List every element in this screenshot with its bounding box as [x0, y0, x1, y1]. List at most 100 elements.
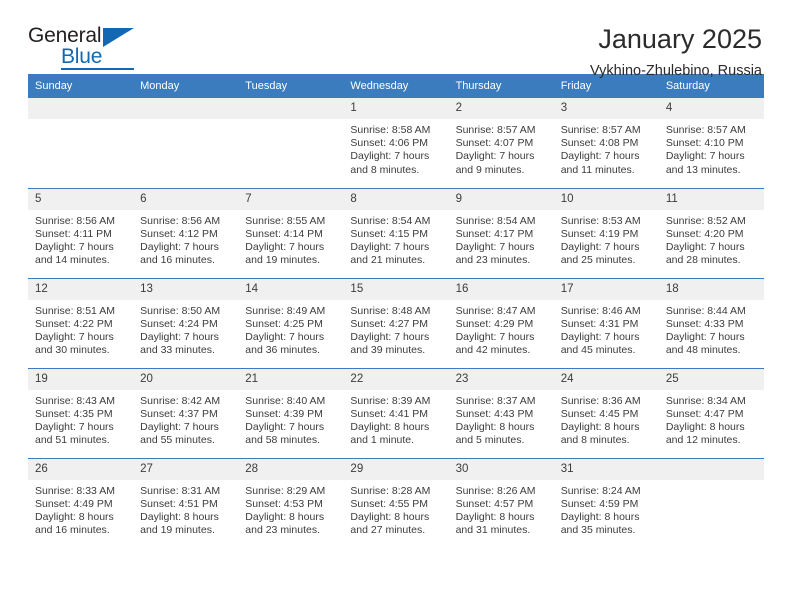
- calendar-week-row: 19 Sunrise: 8:43 AM Sunset: 4:35 PM Dayligh…: [28, 367, 764, 458]
- sunrise-time: Sunrise: 8:52 AM: [665, 214, 746, 227]
- calendar-cell-empty: [658, 457, 764, 548]
- sunset-time: Sunset: 4:24 PM: [140, 317, 218, 330]
- daylight-duration-line1: Daylight: 7 hours: [35, 420, 114, 433]
- day-sun-info: Sunrise: 8:26 AM Sunset: 4:57 PM Daylight:…: [449, 480, 554, 538]
- daylight-duration-line2: and 30 minutes.: [35, 344, 110, 357]
- daylight-duration-line2: and 45 minutes.: [560, 344, 636, 357]
- day-number: 17: [553, 278, 659, 300]
- calendar-day-cell[interactable]: 3 Sunrise: 8:57 AM Sunset: 4:08 PM Daylight…: [553, 98, 659, 188]
- sunset-time: Sunset: 4:07 PM: [455, 137, 534, 150]
- calendar-week-row: 5 Sunrise: 8:56 AM Sunset: 4:11 PM Daylight…: [28, 187, 764, 278]
- calendar-day-cell[interactable]: 30 Sunrise: 8:26 AM Sunset: 4:57 PM Dayligh…: [448, 457, 554, 548]
- day-number: 7: [238, 188, 344, 210]
- calendar-day-cell[interactable]: 24 Sunrise: 8:36 AM Sunset: 4:45 PM Dayligh…: [553, 367, 659, 458]
- sunset-time: Sunset: 4:45 PM: [560, 407, 639, 420]
- day-number: 3: [553, 98, 659, 119]
- daylight-duration-line1: Daylight: 7 hours: [140, 420, 219, 433]
- calendar-day-cell[interactable]: 4 Sunrise: 8:57 AM Sunset: 4:10 PM Daylight…: [658, 98, 764, 188]
- sunset-time: Sunset: 4:59 PM: [560, 497, 639, 510]
- calendar-day-cell[interactable]: 20 Sunrise: 8:42 AM Sunset: 4:37 PM Dayligh…: [133, 367, 239, 458]
- calendar-day-cell[interactable]: 9 Sunrise: 8:54 AM Sunset: 4:17 PM Daylight…: [448, 187, 554, 278]
- sunrise-time: Sunrise: 8:54 AM: [350, 214, 431, 227]
- calendar-day-cell[interactable]: 1 Sunrise: 8:58 AM Sunset: 4:06 PM Daylight…: [343, 98, 449, 188]
- calendar-day-cell[interactable]: 26 Sunrise: 8:33 AM Sunset: 4:49 PM Dayligh…: [28, 457, 134, 548]
- calendar-day-cell[interactable]: 12 Sunrise: 8:51 AM Sunset: 4:22 PM Dayligh…: [28, 277, 134, 368]
- calendar-day-cell[interactable]: 16 Sunrise: 8:47 AM Sunset: 4:29 PM Dayligh…: [448, 277, 554, 368]
- calendar-day-cell[interactable]: 8 Sunrise: 8:54 AM Sunset: 4:15 PM Daylight…: [343, 187, 449, 278]
- calendar-day-cell[interactable]: 19 Sunrise: 8:43 AM Sunset: 4:35 PM Dayligh…: [28, 367, 134, 458]
- daylight-duration-line1: Daylight: 7 hours: [350, 240, 430, 253]
- sunrise-time: Sunrise: 8:31 AM: [140, 484, 221, 497]
- day-sun-info: Sunrise: 8:58 AM Sunset: 4:06 PM Daylight:…: [343, 119, 448, 177]
- daylight-duration-line2: and 14 minutes.: [35, 254, 110, 267]
- general-blue-logo[interactable]: General Blue: [28, 24, 140, 70]
- calendar-day-cell[interactable]: 13 Sunrise: 8:50 AM Sunset: 4:24 PM Dayligh…: [133, 277, 239, 368]
- daylight-duration-line2: and 16 minutes.: [140, 254, 215, 267]
- day-number: 19: [28, 368, 134, 390]
- page-title: January 2025: [598, 24, 762, 54]
- sunrise-time: Sunrise: 8:54 AM: [455, 214, 536, 227]
- sunrise-time: Sunrise: 8:50 AM: [140, 304, 221, 317]
- sunrise-time: Sunrise: 8:48 AM: [350, 304, 431, 317]
- calendar-day-cell[interactable]: 2 Sunrise: 8:57 AM Sunset: 4:07 PM Daylight…: [448, 98, 554, 188]
- day-number: 22: [343, 368, 449, 390]
- calendar-week-row: 12 Sunrise: 8:51 AM Sunset: 4:22 PM Dayligh…: [28, 277, 764, 368]
- day-number: 11: [658, 188, 764, 210]
- sunrise-time: Sunrise: 8:58 AM: [350, 124, 431, 136]
- daylight-duration-line2: and 28 minutes.: [665, 254, 741, 267]
- day-number: 18: [658, 278, 764, 300]
- day-sun-info: Sunrise: 8:52 AM Sunset: 4:20 PM Daylight:…: [659, 210, 764, 268]
- calendar-day-cell[interactable]: 29 Sunrise: 8:28 AM Sunset: 4:55 PM Dayligh…: [343, 457, 449, 548]
- day-number: 24: [553, 368, 659, 390]
- calendar-day-cell[interactable]: 21 Sunrise: 8:40 AM Sunset: 4:39 PM Dayligh…: [238, 367, 344, 458]
- weekday-header-sunday: Sunday: [28, 74, 134, 98]
- day-sun-info: Sunrise: 8:37 AM Sunset: 4:43 PM Daylight:…: [449, 390, 554, 448]
- day-sun-info: Sunrise: 8:54 AM Sunset: 4:15 PM Daylight:…: [343, 210, 448, 268]
- calendar-day-cell[interactable]: 22 Sunrise: 8:39 AM Sunset: 4:41 PM Dayligh…: [343, 367, 449, 458]
- sunrise-time: Sunrise: 8:34 AM: [665, 394, 746, 407]
- sunset-time: Sunset: 4:17 PM: [455, 227, 534, 240]
- sunrise-time: Sunrise: 8:56 AM: [140, 214, 221, 227]
- daylight-duration-line2: and 8 minutes.: [350, 163, 420, 176]
- calendar-day-cell[interactable]: 23 Sunrise: 8:37 AM Sunset: 4:43 PM Dayligh…: [448, 367, 554, 458]
- calendar-day-cell[interactable]: 17 Sunrise: 8:46 AM Sunset: 4:31 PM Dayligh…: [553, 277, 659, 368]
- calendar-day-cell[interactable]: 10 Sunrise: 8:53 AM Sunset: 4:19 PM Dayligh…: [553, 187, 659, 278]
- logo-underline: [61, 68, 134, 70]
- sunset-time: Sunset: 4:43 PM: [455, 407, 534, 420]
- day-sun-info: Sunrise: 8:28 AM Sunset: 4:55 PM Daylight:…: [343, 480, 448, 538]
- calendar-day-cell[interactable]: 11 Sunrise: 8:52 AM Sunset: 4:20 PM Dayligh…: [658, 187, 764, 278]
- sunrise-time: Sunrise: 8:56 AM: [35, 214, 115, 227]
- calendar-day-cell[interactable]: 15 Sunrise: 8:48 AM Sunset: 4:27 PM Dayligh…: [343, 277, 449, 368]
- sunset-time: Sunset: 4:11 PM: [35, 227, 112, 240]
- daylight-duration-line2: and 27 minutes.: [350, 524, 426, 537]
- day-sun-info: Sunrise: 8:24 AM Sunset: 4:59 PM Daylight:…: [554, 480, 659, 538]
- daylight-duration-line1: Daylight: 8 hours: [455, 510, 535, 523]
- sunrise-time: Sunrise: 8:26 AM: [455, 484, 536, 497]
- calendar-day-cell[interactable]: 28 Sunrise: 8:29 AM Sunset: 4:53 PM Dayligh…: [238, 457, 344, 548]
- day-sun-info: Sunrise: 8:56 AM Sunset: 4:11 PM Daylight:…: [28, 210, 133, 268]
- day-sun-info: Sunrise: 8:43 AM Sunset: 4:35 PM Daylight:…: [28, 390, 133, 448]
- sunset-time: Sunset: 4:14 PM: [245, 227, 323, 240]
- blue-triangle-icon: [103, 28, 134, 47]
- calendar-day-cell[interactable]: 31 Sunrise: 8:24 AM Sunset: 4:59 PM Dayligh…: [553, 457, 659, 548]
- calendar-day-cell[interactable]: 14 Sunrise: 8:49 AM Sunset: 4:25 PM Dayligh…: [238, 277, 344, 368]
- calendar-day-cell[interactable]: 6 Sunrise: 8:56 AM Sunset: 4:12 PM Daylight…: [133, 187, 239, 278]
- calendar-day-cell[interactable]: 5 Sunrise: 8:56 AM Sunset: 4:11 PM Daylight…: [28, 187, 134, 278]
- day-number: 25: [658, 368, 764, 390]
- daylight-duration-line1: Daylight: 7 hours: [140, 330, 219, 343]
- calendar-day-cell[interactable]: 7 Sunrise: 8:55 AM Sunset: 4:14 PM Daylight…: [238, 187, 344, 278]
- daylight-duration-line2: and 8 minutes.: [560, 434, 630, 447]
- sunset-time: Sunset: 4:33 PM: [665, 317, 744, 330]
- day-number: 6: [133, 188, 239, 210]
- daylight-duration-line2: and 25 minutes.: [560, 254, 636, 267]
- calendar-day-cell[interactable]: 18 Sunrise: 8:44 AM Sunset: 4:33 PM Dayligh…: [658, 277, 764, 368]
- day-sun-info: Sunrise: 8:55 AM Sunset: 4:14 PM Daylight:…: [238, 210, 343, 268]
- calendar-day-cell[interactable]: 25 Sunrise: 8:34 AM Sunset: 4:47 PM Dayligh…: [658, 367, 764, 458]
- daylight-duration-line1: Daylight: 7 hours: [560, 240, 640, 253]
- day-number: 21: [238, 368, 344, 390]
- day-number: 30: [448, 458, 554, 480]
- daylight-duration-line1: Daylight: 7 hours: [665, 330, 745, 343]
- daylight-duration-line1: Daylight: 8 hours: [350, 420, 430, 433]
- sunrise-time: Sunrise: 8:36 AM: [560, 394, 641, 407]
- calendar-day-cell[interactable]: 27 Sunrise: 8:31 AM Sunset: 4:51 PM Dayligh…: [133, 457, 239, 548]
